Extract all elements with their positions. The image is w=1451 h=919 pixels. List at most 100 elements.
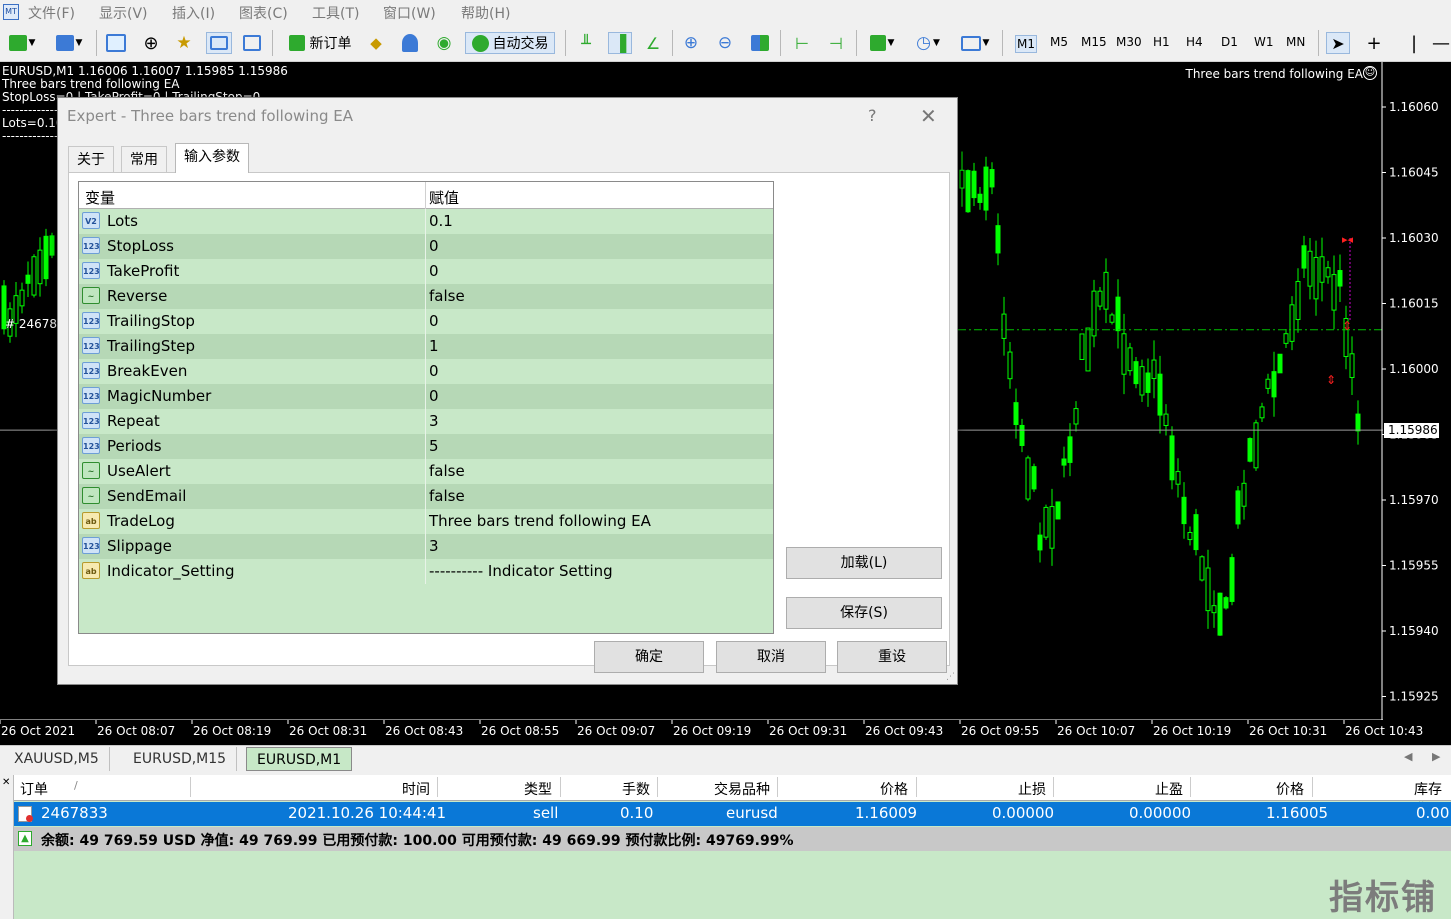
vertical-line-button[interactable]: | (1402, 32, 1426, 54)
load-button[interactable]: 加载(L) (786, 547, 942, 579)
col-order[interactable]: 订单 (20, 779, 48, 799)
tab-scroll-right-icon[interactable]: ▶ (1432, 750, 1440, 763)
timeframe-h4[interactable]: H4 (1186, 35, 1203, 49)
param-value[interactable]: 0 (429, 362, 439, 380)
periods-button[interactable]: ◷ ▼ (910, 32, 946, 54)
tab-inputs[interactable]: 输入参数 (175, 143, 249, 173)
candlestick-button[interactable]: ▐ (608, 32, 632, 54)
param-row-lots[interactable]: V2 Lots 0.1 (79, 209, 773, 234)
new-order-button[interactable]: 新订单 (282, 32, 358, 54)
menu-tools[interactable]: 工具(T) (312, 3, 359, 23)
tab-common[interactable]: 常用 (121, 146, 167, 172)
param-value[interactable]: 3 (429, 537, 439, 555)
profiles-button[interactable]: ▼ (50, 32, 88, 54)
trade-row[interactable]: 2467833 2021.10.26 10:44:41 sell 0.10 eu… (14, 802, 1451, 826)
reset-button[interactable]: 重设 (837, 641, 947, 673)
col-cur-price[interactable]: 价格 (1276, 779, 1304, 799)
param-value[interactable]: false (429, 462, 465, 480)
col-tp[interactable]: 止盈 (1155, 779, 1183, 799)
col-symbol[interactable]: 交易品种 (714, 779, 770, 799)
col-lots[interactable]: 手数 (622, 779, 650, 799)
menu-help[interactable]: 帮助(H) (461, 3, 510, 23)
param-row-takeprofit[interactable]: 123 TakeProfit 0 (79, 259, 773, 284)
param-row-stoploss[interactable]: 123 StopLoss 0 (79, 234, 773, 259)
new-chart-button[interactable]: ▼ (4, 32, 40, 54)
tab-xauusd-m5[interactable]: XAUUSD,M5 (4, 747, 110, 771)
param-row-periods[interactable]: 123 Periods 5 (79, 434, 773, 459)
menu-window[interactable]: 窗口(W) (383, 3, 436, 23)
market-watch-button[interactable] (104, 32, 128, 54)
param-row-reverse[interactable]: ~ Reverse false (79, 284, 773, 309)
metaeditor-button[interactable]: ◆ (364, 32, 388, 54)
cursor-button[interactable]: ➤ (1326, 32, 1350, 54)
param-row-breakeven[interactable]: 123 BreakEven 0 (79, 359, 773, 384)
header-value[interactable]: 赋值 (429, 187, 459, 208)
line-chart-button[interactable]: ∠ (642, 32, 664, 54)
signals-button[interactable] (398, 32, 422, 54)
resize-grip-icon[interactable]: ⋰ (946, 672, 955, 682)
terminal-close-icon[interactable]: ✕ (2, 777, 10, 788)
tab-about[interactable]: 关于 (68, 146, 114, 172)
param-value[interactable]: ---------- Indicator Setting (429, 562, 613, 580)
tester-button[interactable] (240, 32, 264, 54)
timeframe-m30[interactable]: M30 (1116, 35, 1142, 49)
tab-eurusd-m15[interactable]: EURUSD,M15 (123, 747, 238, 771)
param-row-magicnumber[interactable]: 123 MagicNumber 0 (79, 384, 773, 409)
param-value[interactable]: false (429, 487, 465, 505)
timeframe-m1[interactable]: M1 (1015, 35, 1037, 53)
param-row-trailingstep[interactable]: 123 TrailingStep 1 (79, 334, 773, 359)
timeframe-d1[interactable]: D1 (1221, 35, 1238, 49)
save-button[interactable]: 保存(S) (786, 597, 942, 629)
param-value[interactable]: 5 (429, 437, 439, 455)
horizontal-line-button[interactable]: — (1432, 32, 1450, 54)
bar-chart-button[interactable]: ╨ (575, 32, 597, 54)
close-icon[interactable]: ✕ (920, 104, 937, 128)
col-price[interactable]: 价格 (880, 779, 908, 799)
menu-view[interactable]: 显示(V) (99, 3, 148, 23)
menu-insert[interactable]: 插入(I) (172, 3, 215, 23)
param-value[interactable]: Three bars trend following EA (429, 512, 651, 530)
ok-button[interactable]: 确定 (594, 641, 704, 673)
menu-file[interactable]: 文件(F) (28, 3, 75, 23)
favorites-button[interactable]: ★ (172, 32, 196, 54)
header-variable[interactable]: 变量 (85, 187, 115, 208)
tab-eurusd-m1[interactable]: EURUSD,M1 (246, 747, 353, 771)
param-row-sendemail[interactable]: ~ SendEmail false (79, 484, 773, 509)
param-value[interactable]: 1 (429, 337, 439, 355)
param-value[interactable]: 0.1 (429, 212, 453, 230)
crosshair-button[interactable]: + (1362, 32, 1386, 54)
indicators-button[interactable]: ▼ (864, 32, 900, 54)
autoscroll-button[interactable]: ⊣ (824, 32, 848, 54)
tab-scroll-left-icon[interactable]: ◀ (1404, 750, 1412, 763)
timeframe-m15[interactable]: M15 (1081, 35, 1107, 49)
param-row-tradelog[interactable]: ab TradeLog Three bars trend following EA (79, 509, 773, 534)
terminal-button[interactable] (206, 32, 232, 54)
param-row-slippage[interactable]: 123 Slippage 3 (79, 534, 773, 559)
chart-shift-button[interactable]: ⊢ (790, 32, 814, 54)
param-value[interactable]: 0 (429, 387, 439, 405)
col-sl[interactable]: 止损 (1018, 779, 1046, 799)
param-row-usealert[interactable]: ~ UseAlert false (79, 459, 773, 484)
timeframe-mn[interactable]: MN (1286, 35, 1305, 49)
menu-charts[interactable]: 图表(C) (239, 3, 288, 23)
cancel-button[interactable]: 取消 (716, 641, 826, 673)
param-row-repeat[interactable]: 123 Repeat 3 (79, 409, 773, 434)
timeframe-w1[interactable]: W1 (1254, 35, 1274, 49)
help-icon[interactable]: ? (868, 106, 877, 125)
timeframe-m5[interactable]: M5 (1050, 35, 1068, 49)
tile-windows-button[interactable] (748, 32, 772, 54)
col-swap[interactable]: 库存费 (1414, 779, 1451, 818)
zoom-in-button[interactable]: ⊕ (680, 32, 702, 54)
navigator-crosshair-button[interactable]: ⊕ (139, 32, 163, 54)
param-value[interactable]: 0 (429, 237, 439, 255)
timeframe-h1[interactable]: H1 (1153, 35, 1170, 49)
vps-button[interactable]: ◉ (432, 32, 456, 54)
templates-button[interactable]: ▼ (956, 32, 994, 54)
col-type[interactable]: 类型 (524, 779, 552, 799)
param-row-indicator_setting[interactable]: ab Indicator_Setting ---------- Indicator … (79, 559, 773, 584)
zoom-out-button[interactable]: ⊖ (714, 32, 736, 54)
param-value[interactable]: 3 (429, 412, 439, 430)
param-value[interactable]: false (429, 287, 465, 305)
param-value[interactable]: 0 (429, 262, 439, 280)
param-row-trailingstop[interactable]: 123 TrailingStop 0 (79, 309, 773, 334)
